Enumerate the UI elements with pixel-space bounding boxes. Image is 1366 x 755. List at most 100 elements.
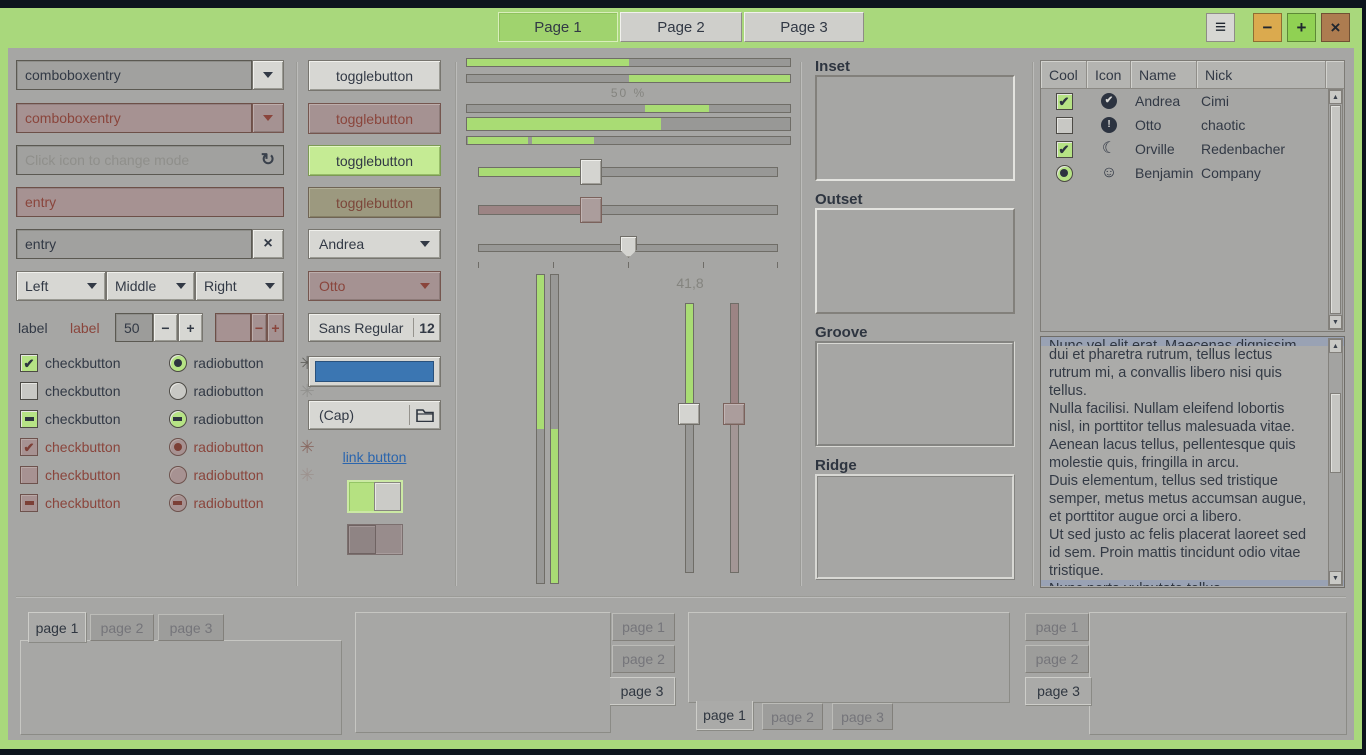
switch-on[interactable] — [347, 480, 403, 513]
togglebutton-normal[interactable]: togglebutton — [308, 60, 441, 91]
column-header-icon[interactable]: Icon — [1087, 61, 1131, 89]
checkbox-indeterminate[interactable] — [20, 410, 38, 428]
notebook-right-tab-page2[interactable]: page 2 — [612, 645, 675, 673]
notebook-bottom-tab-page2[interactable]: page 2 — [762, 703, 823, 730]
check-radio-row: checkbutton radiobutton ✳ — [20, 382, 315, 400]
scale-mark — [478, 262, 479, 268]
moon-icon: ☾ — [1102, 141, 1116, 157]
notebook-left-content — [1089, 612, 1347, 735]
file-chooser-button[interactable]: (Cap) — [308, 400, 441, 430]
checkbox-checked[interactable]: ✔ — [20, 354, 38, 372]
close-button[interactable]: × — [1321, 13, 1350, 42]
scale-slider-handle[interactable] — [580, 159, 602, 185]
togglebutton-active-disabled: togglebutton — [308, 187, 441, 218]
notebook-top-tab-page2[interactable]: page 2 — [90, 614, 154, 641]
scroll-up-arrow[interactable]: ▲ — [1329, 90, 1342, 104]
row-checkbox-unchecked[interactable] — [1056, 117, 1073, 134]
scrollbar-thumb[interactable] — [1330, 393, 1341, 473]
vertical-separator — [296, 62, 298, 586]
notebook-right-tab-page1[interactable]: page 1 — [612, 613, 675, 641]
treeview: Cool Icon Name Nick ✔ ✔ Andrea Cimi ! Ot… — [1040, 60, 1345, 332]
comboboxentry-disabled-dropdown-button — [252, 103, 284, 133]
table-row[interactable]: ✔ ✔ Andrea Cimi — [1041, 89, 1344, 113]
notebook-left-tab-page3[interactable]: page 3 — [1025, 677, 1091, 705]
notebook-left-tab-page1[interactable]: page 1 — [1025, 613, 1089, 641]
spin-plus-button[interactable]: + — [178, 313, 203, 342]
notebook-right-tab-page3[interactable]: page 3 — [610, 677, 675, 705]
refresh-icon[interactable]: ↻ — [261, 150, 275, 170]
minimize-button[interactable]: − — [1253, 13, 1282, 42]
comboboxentry-input[interactable]: comboboxentry — [16, 60, 252, 90]
combobox-middle[interactable]: Middle — [106, 271, 195, 301]
icon-entry[interactable]: Click icon to change mode ↻ — [16, 145, 284, 175]
frame-title: Ridge — [815, 457, 857, 474]
link-button[interactable]: link button — [343, 449, 407, 465]
hscale[interactable] — [478, 158, 778, 186]
hscale-with-marks[interactable] — [478, 234, 778, 270]
radio-checked[interactable] — [169, 354, 187, 372]
spin-minus-button[interactable]: − — [153, 313, 178, 342]
vscale[interactable] — [678, 303, 700, 575]
radio-unchecked[interactable] — [169, 382, 187, 400]
column-header-cool[interactable]: Cool — [1041, 61, 1087, 89]
scrollbar-track[interactable]: ▲ ▼ — [1328, 89, 1343, 330]
titlebar-tab-page1[interactable]: Page 1 — [498, 12, 618, 42]
radio-indeterminate[interactable] — [169, 410, 187, 428]
notebook-top-tab-page1[interactable]: page 1 — [28, 612, 86, 642]
menu-button[interactable]: ≡ — [1206, 13, 1235, 42]
scrollbar-thumb[interactable] — [1330, 105, 1341, 314]
check-icon: ✔ — [24, 357, 35, 370]
checkbutton-label: checkbutton — [45, 495, 121, 511]
maximize-button[interactable]: + — [1287, 13, 1316, 42]
row-checkbox-checked[interactable]: ✔ — [1056, 93, 1073, 110]
table-row[interactable]: ✔ ☾ Orville Redenbacher — [1041, 137, 1344, 161]
text-line: id sem. Proin mattis tincidunt odio vita… — [1049, 544, 1321, 562]
font-button[interactable]: Sans Regular 12 — [308, 313, 441, 342]
clear-entry-button[interactable]: × — [252, 229, 284, 259]
notebook-bottom-tab-page1[interactable]: page 1 — [696, 701, 753, 730]
titlebar-tab-label: Page 3 — [780, 19, 828, 36]
scale-pointer-handle[interactable] — [620, 236, 637, 258]
entry-with-clear[interactable]: entry — [16, 229, 252, 259]
scrollbar-track[interactable]: ▲ ▼ — [1328, 338, 1343, 586]
spinbutton-value[interactable]: 50 — [115, 313, 153, 342]
column-header-nick[interactable]: Nick — [1197, 61, 1326, 89]
spinner-icon: ✳ — [300, 466, 315, 484]
combobox-andrea[interactable]: Andrea — [308, 229, 441, 259]
combobox-left[interactable]: Left — [16, 271, 106, 301]
cell-nick: Company — [1197, 165, 1328, 181]
notebook-left-tab-page2[interactable]: page 2 — [1025, 645, 1089, 673]
text-line: et porttitor augue orci a libero. — [1049, 508, 1321, 526]
desktop: Page 1 Page 2 Page 3 ≡ − + × comboboxent… — [0, 0, 1366, 755]
color-button[interactable] — [308, 356, 441, 387]
spin-minus-button-disabled: − — [251, 313, 267, 342]
checkbox-unchecked[interactable] — [20, 382, 38, 400]
switch-off-disabled — [347, 524, 403, 555]
comboboxentry-dropdown-button[interactable] — [252, 60, 284, 90]
titlebar-tab-label: Page 2 — [657, 19, 705, 36]
table-row[interactable]: ☺ Benjamin Company — [1041, 161, 1344, 185]
frame-title: Outset — [815, 191, 863, 208]
titlebar-tab-page3[interactable]: Page 3 — [744, 12, 864, 42]
combobox-right[interactable]: Right — [195, 271, 284, 301]
table-row[interactable]: ! Otto chaotic — [1041, 113, 1344, 137]
chevron-down-icon — [176, 283, 186, 294]
scroll-up-arrow[interactable]: ▲ — [1329, 339, 1342, 353]
textview[interactable]: Nunc vel elit erat. Maecenas dignissim, … — [1040, 336, 1345, 588]
scale-slider-handle[interactable] — [678, 403, 700, 425]
row-checkbox-checked[interactable]: ✔ — [1056, 141, 1073, 158]
radiobutton-label: radiobutton — [194, 495, 264, 511]
scroll-down-arrow[interactable]: ▼ — [1329, 571, 1342, 585]
column-header-name[interactable]: Name — [1131, 61, 1197, 89]
notebook-bottom-tab-page3[interactable]: page 3 — [832, 703, 893, 730]
check-radio-row: checkbutton radiobutton ✳ — [20, 466, 315, 484]
notebook-top-tab-page3[interactable]: page 3 — [158, 614, 224, 641]
scroll-down-arrow[interactable]: ▼ — [1329, 315, 1342, 329]
togglebutton-active[interactable]: togglebutton — [308, 145, 441, 176]
titlebar-tab-page2[interactable]: Page 2 — [620, 12, 742, 42]
file-chooser-value: (Cap) — [319, 407, 409, 423]
plus-icon: + — [186, 320, 194, 336]
row-radio-checked[interactable] — [1056, 165, 1073, 182]
text-line: semper, metus metus accumsan augue, — [1049, 490, 1321, 508]
scale-slider-handle — [580, 197, 602, 223]
